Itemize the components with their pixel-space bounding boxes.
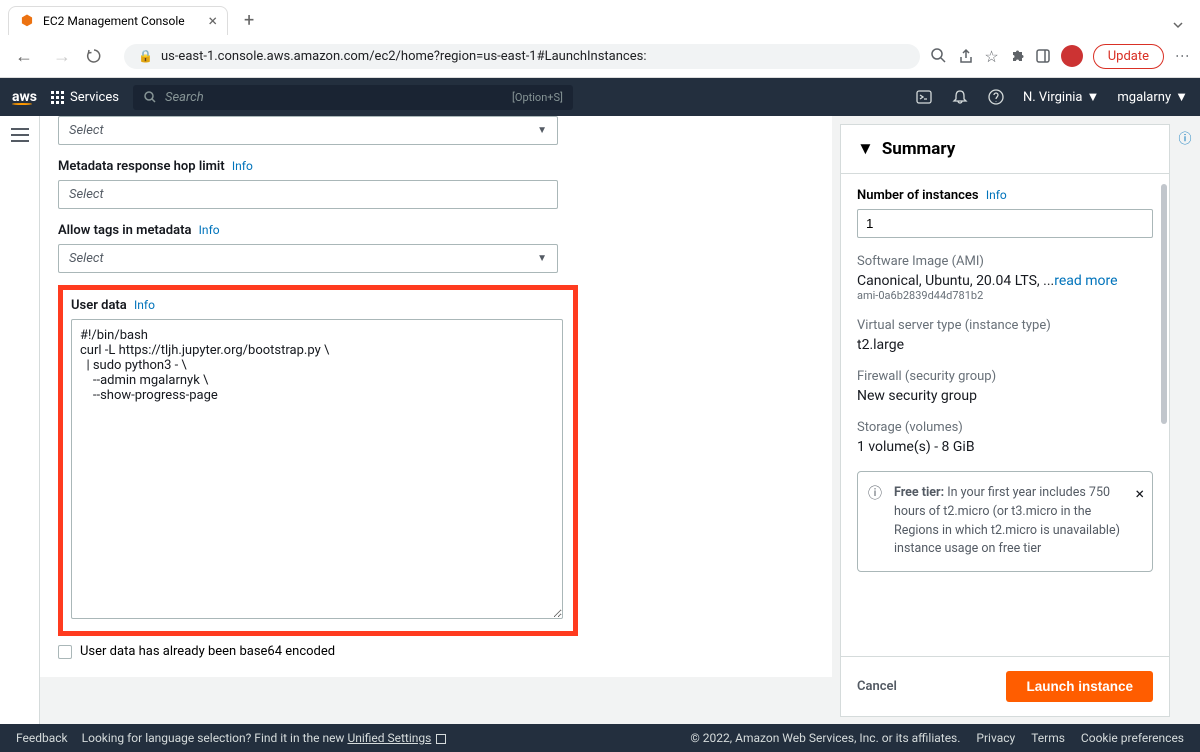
base64-checkbox[interactable] bbox=[58, 645, 72, 659]
search-icon[interactable] bbox=[930, 47, 948, 65]
help-icon[interactable] bbox=[987, 88, 1005, 106]
aws-footer: Feedback Looking for language selection?… bbox=[0, 724, 1200, 752]
storage-label: Storage (volumes) bbox=[857, 420, 1153, 435]
right-info-rail: ⓘ bbox=[1170, 116, 1200, 725]
user-data-highlight: User data Info bbox=[58, 285, 578, 636]
info-link[interactable]: Info bbox=[199, 223, 220, 237]
extensions-icon[interactable] bbox=[1009, 48, 1025, 64]
unified-settings-link[interactable]: Unified Settings bbox=[347, 731, 431, 745]
browser-chrome: ⬢ EC2 Management Console × + ← → 🔒 us-ea… bbox=[0, 0, 1200, 78]
page-layout: Select ▼ Metadata response hop limit Inf… bbox=[0, 116, 1200, 725]
chevron-down-icon: ▼ bbox=[1175, 89, 1188, 105]
aws-top-nav: aws Services Search [Option+S] N. Virgin… bbox=[0, 78, 1200, 116]
address-bar[interactable]: 🔒 us-east-1.console.aws.amazon.com/ec2/h… bbox=[124, 44, 920, 69]
back-button[interactable]: ← bbox=[10, 46, 38, 67]
user-data-textarea[interactable] bbox=[71, 319, 563, 619]
aws-logo[interactable]: aws bbox=[12, 89, 37, 105]
allow-tags-select[interactable]: Select ▼ bbox=[58, 244, 558, 273]
info-icon: ⓘ bbox=[868, 484, 882, 505]
share-icon[interactable] bbox=[958, 48, 974, 64]
browser-toolbar: ← → 🔒 us-east-1.console.aws.amazon.com/e… bbox=[0, 35, 1200, 77]
account-menu[interactable]: mgalarny ▼ bbox=[1117, 89, 1188, 105]
ami-value: Canonical, Ubuntu, 20.04 LTS, ...read mo… bbox=[857, 273, 1153, 289]
chevron-down-icon: ▼ bbox=[1087, 89, 1100, 105]
sidepanel-icon[interactable] bbox=[1035, 48, 1051, 64]
lang-text: Looking for language selection? Find it … bbox=[82, 731, 447, 745]
instance-type-label: Virtual server type (instance type) bbox=[857, 318, 1153, 333]
tab-overflow-icon[interactable] bbox=[1164, 15, 1192, 35]
chevron-down-icon: ▼ bbox=[537, 253, 547, 264]
user-data-label: User data bbox=[71, 298, 127, 313]
tab-title: EC2 Management Console bbox=[43, 14, 185, 28]
aws-favicon-icon: ⬢ bbox=[19, 13, 35, 29]
reload-button[interactable] bbox=[86, 48, 114, 64]
free-tier-notice: ⓘ × Free tier: In your first year includ… bbox=[857, 471, 1153, 572]
aws-search-input[interactable]: Search [Option+S] bbox=[133, 85, 573, 110]
chevron-down-icon: ▼ bbox=[857, 139, 874, 159]
num-instances-input[interactable] bbox=[857, 209, 1153, 238]
summary-header[interactable]: ▼ Summary bbox=[841, 125, 1169, 174]
bookmark-icon[interactable]: ☆ bbox=[984, 47, 998, 66]
read-more-link[interactable]: read more bbox=[1054, 273, 1117, 289]
main-form-pane: Select ▼ Metadata response hop limit Inf… bbox=[40, 116, 840, 725]
cancel-button[interactable]: Cancel bbox=[857, 679, 897, 694]
privacy-link[interactable]: Privacy bbox=[976, 731, 1015, 745]
launch-instance-button[interactable]: Launch instance bbox=[1006, 671, 1153, 702]
external-link-icon bbox=[436, 734, 446, 744]
info-panel-icon[interactable]: ⓘ bbox=[1178, 128, 1191, 725]
firewall-label: Firewall (security group) bbox=[857, 369, 1153, 384]
metadata-hop-select[interactable]: Select bbox=[58, 180, 558, 209]
storage-value: 1 volume(s) - 8 GiB bbox=[857, 439, 1153, 455]
url-text: us-east-1.console.aws.amazon.com/ec2/hom… bbox=[161, 49, 647, 64]
lock-icon: 🔒 bbox=[138, 49, 153, 63]
chevron-down-icon: ▼ bbox=[537, 125, 547, 136]
feedback-link[interactable]: Feedback bbox=[16, 731, 68, 745]
left-nav-rail bbox=[0, 116, 40, 725]
instance-type-value: t2.large bbox=[857, 337, 1153, 353]
ami-label: Software Image (AMI) bbox=[857, 254, 1153, 269]
num-instances-label: Number of instances bbox=[857, 188, 979, 203]
close-notice-icon[interactable]: × bbox=[1135, 482, 1144, 506]
new-tab-button[interactable]: + bbox=[236, 6, 262, 35]
browser-tab[interactable]: ⬢ EC2 Management Console × bbox=[8, 6, 228, 35]
cookie-link[interactable]: Cookie preferences bbox=[1081, 731, 1184, 745]
allow-tags-label: Allow tags in metadata bbox=[58, 223, 191, 238]
terms-link[interactable]: Terms bbox=[1031, 731, 1065, 745]
grid-icon bbox=[51, 91, 64, 104]
summary-panel: ▼ Summary Number of instances Info Softw… bbox=[840, 124, 1170, 717]
info-link[interactable]: Info bbox=[986, 188, 1007, 202]
metadata-hop-label: Metadata response hop limit bbox=[58, 159, 225, 174]
firewall-value: New security group bbox=[857, 388, 1153, 404]
hamburger-menu-icon[interactable] bbox=[11, 128, 29, 725]
notifications-icon[interactable] bbox=[951, 88, 969, 106]
base64-label: User data has already been base64 encode… bbox=[80, 644, 335, 659]
metadata-version-select[interactable]: Select ▼ bbox=[58, 116, 558, 145]
scrollbar[interactable] bbox=[1161, 184, 1167, 424]
copyright-text: © 2022, Amazon Web Services, Inc. or its… bbox=[690, 731, 960, 745]
close-tab-icon[interactable]: × bbox=[208, 13, 217, 29]
search-icon bbox=[143, 90, 157, 104]
info-link[interactable]: Info bbox=[232, 159, 253, 173]
services-menu[interactable]: Services bbox=[51, 90, 119, 105]
ami-id: ami-0a6b2839d44d781b2 bbox=[857, 289, 1153, 302]
browser-menu-button[interactable]: ⋮ bbox=[1174, 49, 1190, 63]
update-button[interactable]: Update bbox=[1093, 44, 1164, 69]
cloudshell-icon[interactable] bbox=[915, 88, 933, 106]
region-selector[interactable]: N. Virginia ▼ bbox=[1023, 89, 1099, 105]
profile-avatar[interactable] bbox=[1061, 45, 1083, 67]
browser-tab-bar: ⬢ EC2 Management Console × + bbox=[0, 0, 1200, 35]
info-link[interactable]: Info bbox=[134, 298, 155, 312]
forward-button: → bbox=[48, 46, 76, 67]
